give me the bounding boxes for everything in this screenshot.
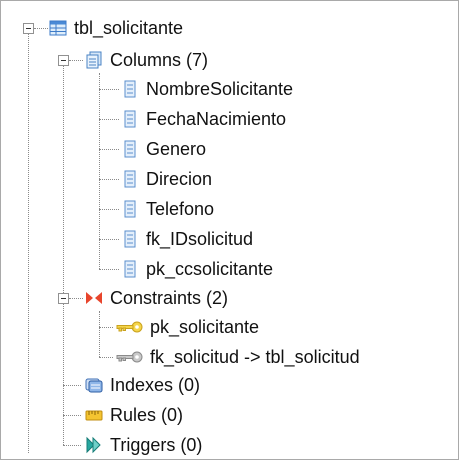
tree-connector — [69, 298, 83, 299]
tree-node-primary-key[interactable]: pk_solicitante — [115, 314, 259, 340]
column-label: NombreSolicitante — [146, 79, 294, 99]
tree-node-columns[interactable]: Columns (7) — [85, 47, 208, 73]
tree-guide-line-lower — [63, 299, 64, 445]
triggers-icon — [85, 436, 103, 454]
tree-connector — [63, 415, 81, 416]
tree-connector — [99, 179, 119, 180]
tree-connector — [34, 28, 48, 29]
column-label: Telefono — [146, 199, 215, 219]
tree-connector — [63, 445, 81, 446]
column-label: Genero — [146, 139, 207, 159]
tree-node-triggers[interactable]: Triggers (0) — [85, 432, 202, 458]
table-icon — [49, 19, 67, 37]
tree-node-column[interactable]: Direcion — [121, 166, 212, 192]
collapse-table-toggle[interactable] — [23, 23, 34, 34]
column-label: FechaNacimiento — [146, 109, 287, 129]
tree-node-column[interactable]: fk_IDsolicitud — [121, 226, 253, 252]
tree-connector — [99, 149, 119, 150]
constraints-icon — [85, 289, 103, 307]
rules-label: Rules (0) — [110, 405, 184, 425]
tree-connector — [99, 119, 119, 120]
tree-node-column[interactable]: FechaNacimiento — [121, 106, 286, 132]
column-icon — [121, 80, 139, 98]
tree-node-rules[interactable]: Rules (0) — [85, 402, 183, 428]
primary-key-icon — [115, 318, 143, 336]
table-label: tbl_solicitante — [74, 18, 184, 38]
columns-label: Columns (7) — [110, 50, 209, 70]
object-browser-tree: tbl_solicitante Columns (7) NombreSolici… — [0, 0, 459, 460]
column-icon — [121, 110, 139, 128]
column-icon — [121, 230, 139, 248]
triggers-label: Triggers (0) — [110, 435, 203, 455]
column-icon — [121, 260, 139, 278]
tree-node-column[interactable]: Telefono — [121, 196, 214, 222]
tree-node-column[interactable]: NombreSolicitante — [121, 76, 293, 102]
constraints-label: Constraints (2) — [110, 288, 229, 308]
column-label: Direcion — [146, 169, 213, 189]
columns-folder-icon — [85, 51, 103, 69]
rules-icon — [85, 406, 103, 424]
tree-node-indexes[interactable]: Indexes (0) — [85, 372, 200, 398]
tree-node-table[interactable]: tbl_solicitante — [49, 15, 183, 41]
foreign-key-icon — [115, 348, 143, 366]
collapse-columns-toggle[interactable] — [58, 55, 69, 66]
column-label: pk_ccsolicitante — [146, 259, 274, 279]
tree-connector — [99, 357, 113, 358]
tree-guide-line-root — [28, 33, 29, 453]
tree-connector — [99, 269, 119, 270]
tree-node-column[interactable]: Genero — [121, 136, 206, 162]
tree-node-foreign-key[interactable]: fk_solicitud -> tbl_solicitud — [115, 344, 360, 370]
tree-connector — [69, 60, 83, 61]
column-icon — [121, 140, 139, 158]
tree-node-constraints[interactable]: Constraints (2) — [85, 285, 228, 311]
tree-connector — [99, 209, 119, 210]
tree-connector — [99, 239, 119, 240]
foreign-key-label: fk_solicitud -> tbl_solicitud — [150, 347, 360, 367]
indexes-icon — [85, 376, 103, 394]
column-label: fk_IDsolicitud — [146, 229, 254, 249]
tree-node-column[interactable]: pk_ccsolicitante — [121, 256, 273, 282]
tree-guide-line-children — [63, 63, 64, 299]
column-icon — [121, 200, 139, 218]
primary-key-label: pk_solicitante — [150, 317, 260, 337]
tree-connector — [99, 89, 119, 90]
tree-connector — [99, 327, 113, 328]
column-icon — [121, 170, 139, 188]
indexes-label: Indexes (0) — [110, 375, 201, 395]
tree-connector — [63, 385, 81, 386]
tree-guide-line-constraints — [99, 311, 100, 357]
collapse-constraints-toggle[interactable] — [58, 293, 69, 304]
